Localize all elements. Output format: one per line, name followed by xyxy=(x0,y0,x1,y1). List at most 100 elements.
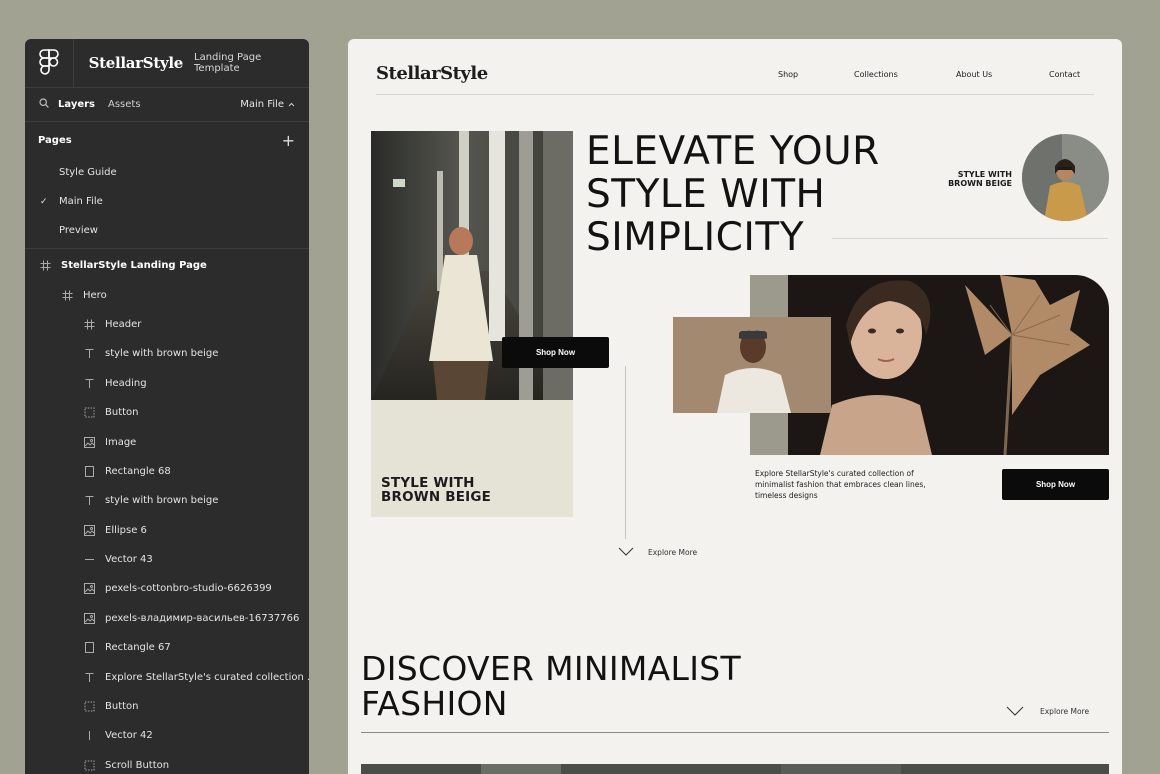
layer-label: style with brown beige xyxy=(105,495,219,507)
shop-now-button-hero[interactable]: Shop Now xyxy=(502,337,609,368)
layer-label: Image xyxy=(105,436,137,448)
layers-panel: StellarStyle Landing Page Template Layer… xyxy=(25,39,309,774)
layer-row[interactable]: Button xyxy=(25,398,309,427)
layer-row[interactable]: Hero xyxy=(25,280,309,309)
layer-label: Scroll Button xyxy=(105,759,170,771)
image-icon xyxy=(83,612,96,625)
layer-row[interactable]: StellarStyle Landing Page xyxy=(25,251,309,280)
hero-heading-line: ELEVATE YOUR xyxy=(586,129,880,174)
discover-heading-line: DISCOVER MINIMALIST xyxy=(361,649,741,688)
component-icon xyxy=(83,406,96,419)
component-icon xyxy=(83,700,96,713)
text-icon xyxy=(83,494,96,507)
nav-collections[interactable]: Collections xyxy=(854,70,898,79)
component-icon xyxy=(83,759,96,772)
layer-label: Explore StellarStyle's curated collectio… xyxy=(105,671,309,683)
layer-row[interactable]: Header xyxy=(25,310,309,339)
layer-row[interactable]: Explore StellarStyle's curated collectio… xyxy=(25,662,309,691)
text-icon xyxy=(83,671,96,684)
vertical-divider-line xyxy=(625,366,626,539)
frame-icon xyxy=(83,318,96,331)
chevron-up-icon xyxy=(288,102,295,107)
layer-label: Vector 43 xyxy=(105,554,153,566)
layer-label: pexels-владимир-васильев-16737766 xyxy=(105,612,300,624)
explore-more-link[interactable]: Explore More xyxy=(1006,706,1089,717)
vline-icon xyxy=(83,729,96,742)
beige-caption-line: STYLE WITH xyxy=(381,475,475,491)
layer-label: Vector 42 xyxy=(105,730,153,742)
chevron-down-icon xyxy=(1006,706,1024,716)
layer-label: pexels-cottonbro-studio-6626399 xyxy=(105,583,272,595)
tab-layers[interactable]: Layers xyxy=(58,99,95,110)
layer-row[interactable]: Heading xyxy=(25,369,309,398)
landing-page-frame[interactable]: StellarStyle Shop Collections About Us C… xyxy=(348,39,1122,774)
layer-label: Hero xyxy=(83,289,107,301)
page-switcher[interactable]: Main File xyxy=(240,99,295,110)
frame-icon xyxy=(39,259,52,272)
page-switcher-label: Main File xyxy=(240,99,284,110)
panel-tabs: Layers Assets Main File xyxy=(25,88,309,122)
image-icon xyxy=(83,582,96,595)
pages-list: Style Guide ✓ Main File Preview xyxy=(25,158,309,245)
layer-row[interactable]: pexels-cottonbro-studio-6626399 xyxy=(25,574,309,603)
collection-image-strip xyxy=(361,763,1109,774)
discover-heading: DISCOVER MINIMALIST FASHION xyxy=(361,651,741,721)
tab-assets[interactable]: Assets xyxy=(108,99,141,110)
text-icon xyxy=(83,377,96,390)
layer-label: Ellipse 6 xyxy=(105,524,147,536)
circle-image-woman xyxy=(1022,134,1109,221)
explore-more-label: Explore More xyxy=(648,547,698,557)
scroll-button[interactable]: Explore More xyxy=(618,547,697,557)
layer-row[interactable]: style with brown beige xyxy=(25,486,309,515)
page-item-label: Preview xyxy=(59,225,98,236)
layer-row[interactable]: Scroll Button xyxy=(25,751,309,774)
circle-caption: STYLE WITH BROWN BEIGE xyxy=(928,170,1012,188)
beige-caption: STYLE WITH BROWN BEIGE xyxy=(381,476,491,504)
layer-row[interactable]: Button xyxy=(25,692,309,721)
circle-caption-line: STYLE WITH xyxy=(957,170,1012,179)
page-item-main-file[interactable]: ✓ Main File xyxy=(25,187,309,216)
file-subtitle: Landing Page Template xyxy=(194,52,262,74)
nav-about-us[interactable]: About Us xyxy=(956,70,992,79)
explore-more-label: Explore More xyxy=(1040,707,1090,716)
shop-now-button-secondary[interactable]: Shop Now xyxy=(1002,469,1109,500)
layer-row[interactable]: Ellipse 6 xyxy=(25,516,309,545)
rectangle-icon xyxy=(83,641,96,654)
layer-row[interactable]: Vector 43 xyxy=(25,545,309,574)
layer-row[interactable]: Vector 42 xyxy=(25,721,309,750)
frame-icon xyxy=(61,289,74,302)
layer-label: Rectangle 67 xyxy=(105,642,171,654)
layer-row[interactable]: style with brown beige xyxy=(25,339,309,368)
layer-label: Rectangle 68 xyxy=(105,465,171,477)
text-icon xyxy=(83,347,96,360)
chevron-down-icon xyxy=(618,547,634,556)
layer-row[interactable]: Rectangle 68 xyxy=(25,457,309,486)
page-item-preview[interactable]: Preview xyxy=(25,216,309,245)
discover-heading-line: FASHION xyxy=(361,684,508,723)
nav-contact[interactable]: Contact xyxy=(1049,70,1080,79)
nav-shop[interactable]: Shop xyxy=(778,70,798,79)
add-page-icon[interactable]: + xyxy=(282,131,295,150)
layer-label: StellarStyle Landing Page xyxy=(61,260,207,272)
layer-label: Button xyxy=(105,407,139,419)
hero-description: Explore StellarStyle's curated collectio… xyxy=(755,469,926,500)
pages-label: Pages xyxy=(38,134,72,146)
layer-label: Header xyxy=(105,318,142,330)
layer-row[interactable]: Rectangle 67 xyxy=(25,633,309,662)
image-icon xyxy=(83,436,96,449)
site-logo[interactable]: StellarStyle xyxy=(376,63,488,84)
layer-row[interactable]: pexels-владимир-васильев-16737766 xyxy=(25,604,309,633)
search-icon[interactable] xyxy=(39,98,49,111)
file-brand: StellarStyle xyxy=(88,54,184,72)
layer-list: StellarStyle Landing Page Hero Header style… xyxy=(25,249,309,774)
layer-label: Button xyxy=(105,701,139,713)
pages-header: Pages + xyxy=(25,122,309,158)
layer-row[interactable]: Image xyxy=(25,427,309,456)
panel-topbar: StellarStyle Landing Page Template xyxy=(25,39,309,88)
page-item-style-guide[interactable]: Style Guide xyxy=(25,158,309,187)
header-divider xyxy=(376,94,1094,95)
circle-caption-line: BROWN BEIGE xyxy=(948,179,1012,188)
figma-logo-icon[interactable] xyxy=(25,39,74,88)
discover-divider-line xyxy=(361,732,1109,733)
page-item-label: Style Guide xyxy=(59,167,117,178)
